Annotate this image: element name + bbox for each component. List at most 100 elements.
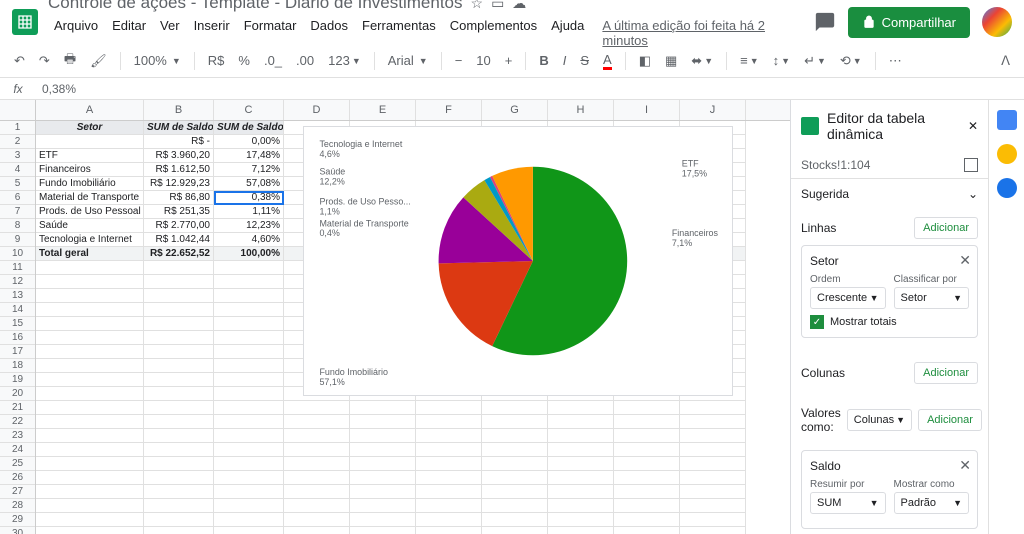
cell[interactable] <box>214 359 284 373</box>
show-totals-checkbox[interactable]: ✓ <box>810 315 824 329</box>
row-header[interactable]: 21 <box>0 401 35 415</box>
cell[interactable] <box>614 401 680 415</box>
row-header[interactable]: 15 <box>0 317 35 331</box>
menu-ferramentas[interactable]: Ferramentas <box>356 15 442 51</box>
row-header[interactable]: 4 <box>0 163 35 177</box>
cell[interactable] <box>36 485 144 499</box>
cell[interactable] <box>416 527 482 534</box>
calendar-addon-icon[interactable] <box>997 110 1017 130</box>
col-header[interactable]: J <box>680 100 746 120</box>
print-icon[interactable]: 🖶 <box>60 47 80 75</box>
fx-icon[interactable]: fx <box>0 82 36 96</box>
cell[interactable] <box>680 457 746 471</box>
cell[interactable] <box>214 345 284 359</box>
row-header[interactable]: 13 <box>0 289 35 303</box>
menu-ver[interactable]: Ver <box>154 15 186 51</box>
cell[interactable]: R$ 1.042,44 <box>144 233 214 247</box>
cell[interactable] <box>548 499 614 513</box>
cell[interactable] <box>36 457 144 471</box>
font-family-select[interactable]: Arial▼ <box>384 50 432 71</box>
cell[interactable] <box>36 401 144 415</box>
row-header[interactable]: 10 <box>0 247 35 261</box>
cell[interactable] <box>214 275 284 289</box>
cell[interactable]: Prods. de Uso Pessoal e de <box>36 205 144 219</box>
user-avatar[interactable] <box>982 7 1012 37</box>
cell[interactable] <box>144 513 214 527</box>
cell[interactable] <box>284 443 350 457</box>
cell[interactable] <box>214 499 284 513</box>
cell[interactable] <box>144 303 214 317</box>
cell[interactable] <box>214 387 284 401</box>
cell[interactable] <box>350 471 416 485</box>
cell[interactable]: Setor <box>36 121 144 135</box>
cell[interactable] <box>284 485 350 499</box>
row-header[interactable]: 3 <box>0 149 35 163</box>
cell[interactable]: SUM de Saldo <box>144 121 214 135</box>
cell[interactable] <box>214 471 284 485</box>
cell[interactable] <box>284 401 350 415</box>
row-header[interactable]: 5 <box>0 177 35 191</box>
cell[interactable] <box>144 443 214 457</box>
col-header[interactable]: I <box>614 100 680 120</box>
cell[interactable] <box>36 317 144 331</box>
cell[interactable]: 57,08% <box>214 177 284 191</box>
cell[interactable] <box>144 527 214 534</box>
cell[interactable] <box>36 135 144 149</box>
cell[interactable]: 0,38% <box>214 191 284 205</box>
fill-color-icon[interactable]: ◧ <box>635 50 655 72</box>
italic-icon[interactable]: I <box>559 50 571 71</box>
cell[interactable] <box>680 401 746 415</box>
cell[interactable] <box>482 401 548 415</box>
showas-select[interactable]: Padrão▼ <box>894 492 970 514</box>
col-header[interactable]: D <box>284 100 350 120</box>
cell[interactable] <box>548 401 614 415</box>
cell[interactable] <box>614 429 680 443</box>
cell[interactable] <box>350 429 416 443</box>
cell[interactable]: 17,48% <box>214 149 284 163</box>
cell[interactable] <box>482 429 548 443</box>
zoom-select[interactable]: 100%▼ <box>130 50 185 71</box>
row-header[interactable]: 22 <box>0 415 35 429</box>
cell[interactable] <box>614 415 680 429</box>
cell[interactable] <box>548 485 614 499</box>
cell[interactable]: 4,60% <box>214 233 284 247</box>
paint-format-icon[interactable]: 🖌 <box>86 50 111 72</box>
cell[interactable] <box>36 513 144 527</box>
cell[interactable]: R$ - <box>144 135 214 149</box>
collapse-toolbar-icon[interactable]: ᐱ <box>997 50 1014 72</box>
cell[interactable] <box>482 513 548 527</box>
cell[interactable] <box>144 373 214 387</box>
cell[interactable]: R$ 251,35 <box>144 205 214 219</box>
row-header[interactable]: 1 <box>0 121 35 135</box>
row-header[interactable]: 28 <box>0 499 35 513</box>
cell[interactable] <box>36 345 144 359</box>
sheets-logo[interactable] <box>12 9 38 35</box>
more-formats[interactable]: 123▼ <box>324 50 365 71</box>
cell[interactable] <box>144 457 214 471</box>
cell[interactable] <box>680 485 746 499</box>
row-header[interactable]: 27 <box>0 485 35 499</box>
cell[interactable]: Saúde <box>36 219 144 233</box>
cell[interactable]: R$ 22.652,52 <box>144 247 214 261</box>
row-header[interactable]: 9 <box>0 233 35 247</box>
cell[interactable] <box>144 317 214 331</box>
cell[interactable]: 0,00% <box>214 135 284 149</box>
cell[interactable] <box>144 275 214 289</box>
row-header[interactable]: 2 <box>0 135 35 149</box>
values-as-select[interactable]: Colunas▼ <box>847 409 912 431</box>
row-header[interactable]: 8 <box>0 219 35 233</box>
cell[interactable] <box>614 499 680 513</box>
cell[interactable] <box>36 275 144 289</box>
cell[interactable] <box>482 499 548 513</box>
cell[interactable] <box>416 457 482 471</box>
cell[interactable] <box>614 471 680 485</box>
cell[interactable] <box>416 513 482 527</box>
cell[interactable] <box>416 429 482 443</box>
menu-inserir[interactable]: Inserir <box>188 15 236 51</box>
row-header[interactable]: 7 <box>0 205 35 219</box>
more-toolbar-icon[interactable]: ⋯ <box>885 50 906 72</box>
percent-format[interactable]: % <box>234 50 254 71</box>
cell[interactable]: SUM de Saldo <box>214 121 284 135</box>
cell[interactable] <box>548 457 614 471</box>
cell[interactable] <box>284 499 350 513</box>
